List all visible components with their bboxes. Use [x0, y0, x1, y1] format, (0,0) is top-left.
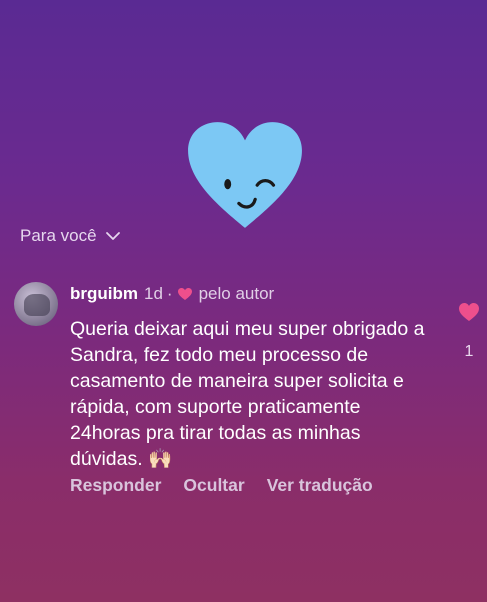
timestamp: 1d [144, 284, 163, 303]
small-heart-icon [177, 288, 192, 300]
avatar[interactable] [14, 282, 58, 326]
like-column: 1 [454, 302, 484, 361]
comment-filter-dropdown[interactable]: Para você [20, 226, 121, 246]
filter-label: Para você [20, 226, 97, 245]
like-count: 1 [464, 343, 474, 360]
hide-button[interactable]: Ocultar [183, 475, 244, 496]
liked-by-author-label: pelo autor [198, 284, 275, 303]
chevron-down-icon [105, 232, 120, 240]
separator: · [166, 284, 173, 303]
see-translation-button[interactable]: Ver tradução [267, 475, 373, 496]
winking-heart-emoji-icon [184, 120, 306, 232]
comment-actions: Responder Ocultar Ver tradução [70, 475, 373, 496]
comment-meta: brguibm 1d · pelo autor [70, 284, 274, 304]
username[interactable]: brguibm [70, 284, 138, 304]
comment-text: Queria deixar aqui meu super obrigado a … [70, 318, 425, 470]
like-heart-icon[interactable] [458, 302, 480, 322]
reply-button[interactable]: Responder [70, 475, 161, 496]
